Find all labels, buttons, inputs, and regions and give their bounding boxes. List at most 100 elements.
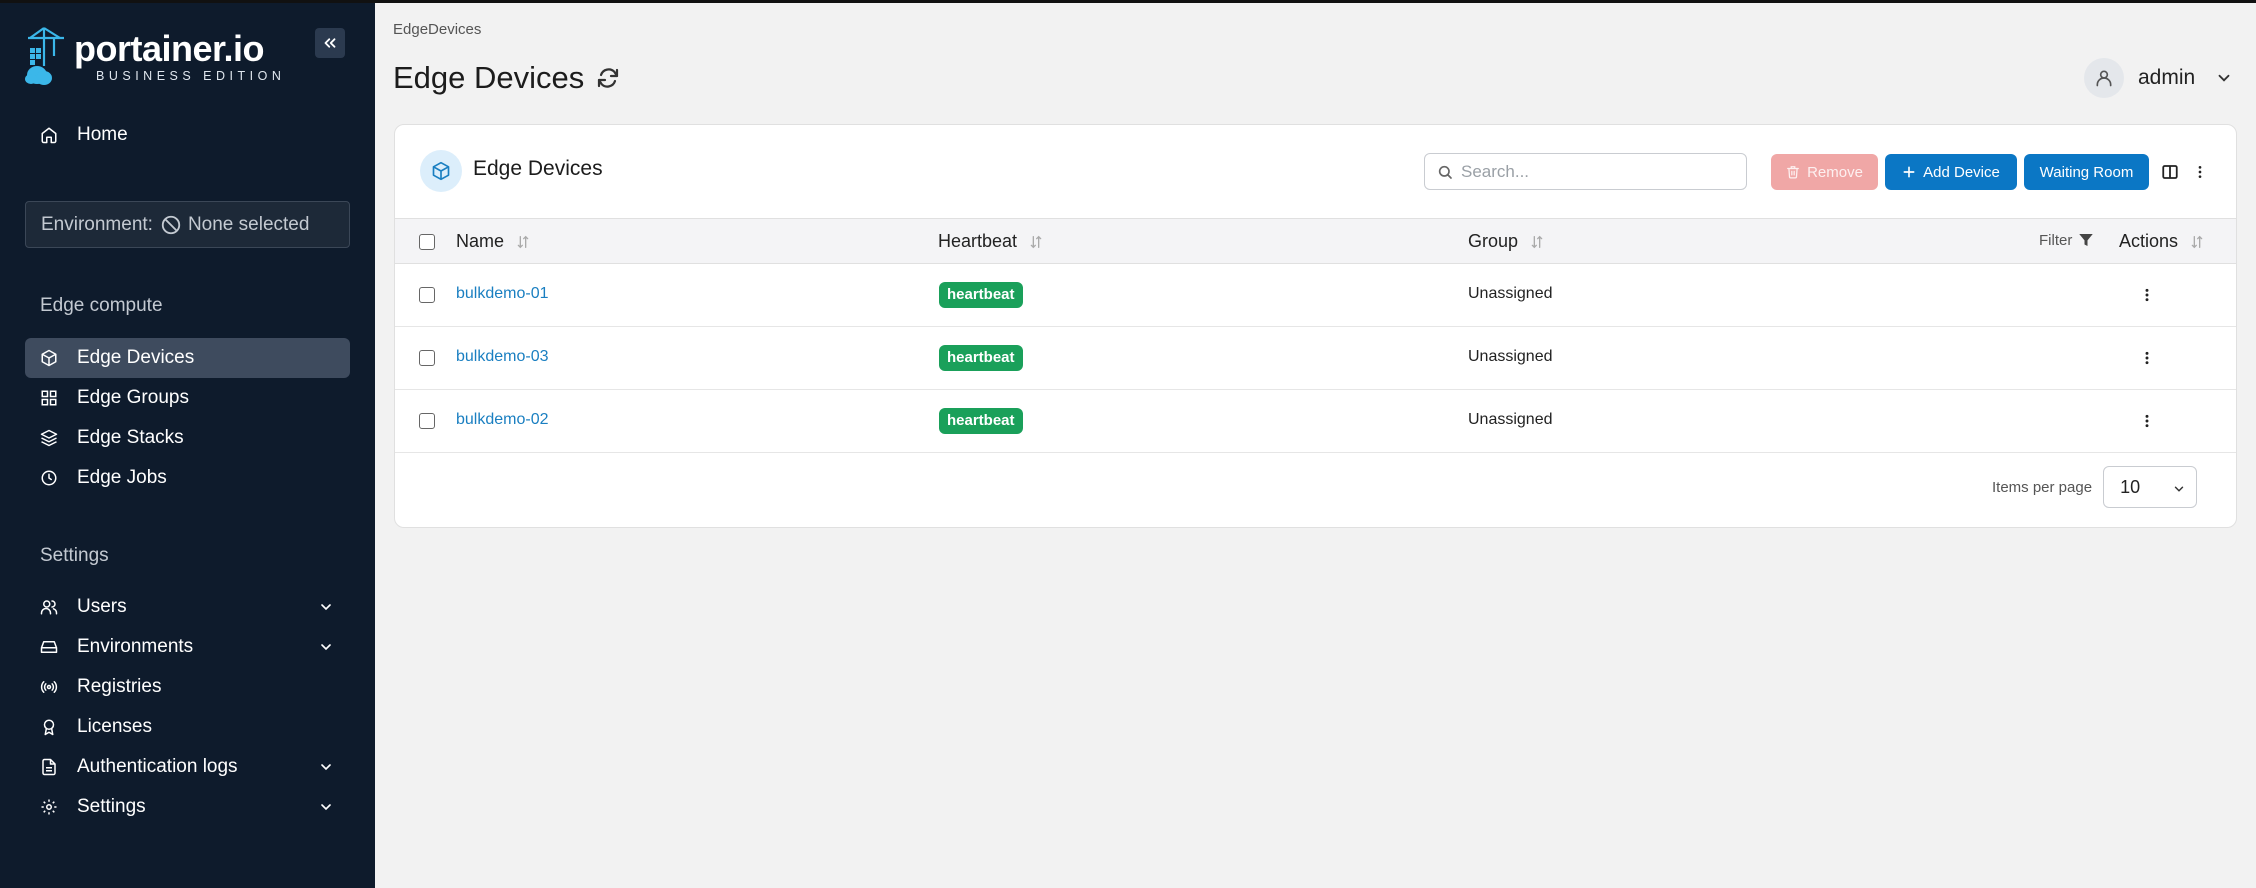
edge-devices-table: Name Heartbeat Group Filter Actions bulk… — [395, 218, 2236, 453]
chevron-down-icon[interactable] — [318, 759, 334, 781]
sidebar-item-edge-stacks[interactable]: Edge Stacks — [25, 418, 350, 458]
layers-icon — [39, 428, 59, 448]
sidebar-item-home[interactable]: Home — [25, 115, 350, 155]
filter-button[interactable]: Filter — [2039, 231, 2095, 249]
edge-compute-section-label: Edge compute — [40, 295, 163, 316]
more-vertical-icon[interactable] — [2139, 286, 2155, 304]
box-icon — [420, 150, 462, 192]
environment-selector[interactable]: Environment: None selected — [25, 201, 350, 248]
environment-label: Environment: — [41, 213, 153, 235]
ban-icon — [160, 214, 182, 236]
column-header-name[interactable]: Name — [456, 231, 532, 252]
plus-icon — [1902, 165, 1916, 179]
columns-icon[interactable] — [2161, 163, 2179, 181]
top-border — [0, 0, 2256, 3]
settings-section-label: Settings — [40, 545, 109, 566]
page-title-text: Edge Devices — [393, 60, 585, 95]
trash-icon — [1786, 165, 1800, 179]
grid-icon — [39, 388, 59, 408]
search-box[interactable] — [1424, 153, 1747, 190]
table-row: bulkdemo-03 heartbeat Unassigned — [395, 327, 2236, 390]
row-checkbox[interactable] — [419, 413, 435, 429]
column-label: Heartbeat — [938, 231, 1018, 251]
remove-button-label: Remove — [1807, 163, 1863, 181]
column-label: Group — [1468, 231, 1519, 251]
sidebar-item-label: Environments — [77, 636, 194, 657]
clock-icon — [39, 468, 59, 488]
waiting-room-button-label: Waiting Room — [2039, 163, 2134, 181]
items-per-page-value: 10 — [2120, 476, 2141, 497]
select-all-checkbox[interactable] — [419, 234, 435, 250]
sidebar-item-label: Users — [77, 596, 127, 617]
portainer-logo[interactable]: portainer.io BUSINESS EDITION — [24, 26, 285, 86]
filter-icon — [2077, 231, 2095, 249]
row-checkbox[interactable] — [419, 350, 435, 366]
device-name-link[interactable]: bulkdemo-01 — [456, 285, 549, 303]
chevron-down-icon[interactable] — [318, 799, 334, 821]
sidebar-item-edge-devices[interactable]: Edge Devices — [25, 338, 350, 378]
sidebar-item-environments[interactable]: Environments — [25, 627, 350, 667]
sidebar-item-users[interactable]: Users — [25, 587, 350, 627]
breadcrumb: EdgeDevices — [393, 21, 482, 38]
sidebar-item-label: Settings — [77, 796, 146, 817]
card-title: Edge Devices — [473, 157, 603, 180]
sidebar-item-edge-jobs[interactable]: Edge Jobs — [25, 458, 350, 498]
page-title: Edge Devices — [393, 60, 620, 96]
row-checkbox[interactable] — [419, 287, 435, 303]
chevrons-left-icon — [324, 38, 336, 48]
environment-value: None selected — [187, 213, 310, 235]
box-icon — [39, 348, 59, 368]
table-header: Name Heartbeat Group Filter Actions — [395, 218, 2236, 264]
device-group: Unassigned — [1468, 348, 1553, 365]
chevron-down-icon — [2172, 482, 2186, 496]
file-text-icon — [39, 757, 59, 777]
collapse-sidebar-button[interactable] — [315, 28, 345, 58]
sidebar-item-label: Authentication logs — [77, 756, 238, 777]
home-icon — [39, 125, 59, 145]
items-per-page-select[interactable]: 10 — [2103, 466, 2198, 508]
chevron-down-icon[interactable] — [318, 599, 334, 621]
sidebar: portainer.io BUSINESS EDITION Home Envir… — [0, 0, 375, 888]
sidebar-item-authentication-logs[interactable]: Authentication logs — [25, 747, 350, 787]
radio-icon — [39, 677, 59, 697]
more-vertical-icon[interactable] — [2192, 163, 2208, 181]
search-icon — [1438, 165, 1452, 179]
device-group: Unassigned — [1468, 411, 1553, 428]
waiting-room-button[interactable]: Waiting Room — [2024, 154, 2149, 190]
award-icon — [39, 717, 59, 737]
logo-edition: BUSINESS EDITION — [96, 68, 286, 83]
device-name-link[interactable]: bulkdemo-02 — [456, 411, 549, 429]
sidebar-item-registries[interactable]: Registries — [25, 667, 350, 707]
add-device-button[interactable]: Add Device — [1885, 154, 2017, 190]
column-header-group[interactable]: Group — [1468, 231, 1546, 252]
heartbeat-badge: heartbeat — [939, 408, 1023, 434]
sidebar-item-label: Home — [77, 124, 128, 145]
device-group: Unassigned — [1468, 285, 1553, 302]
gear-icon — [39, 797, 59, 817]
chevron-down-icon[interactable] — [2215, 69, 2233, 87]
sidebar-item-licenses[interactable]: Licenses — [25, 707, 350, 747]
more-vertical-icon[interactable] — [2139, 349, 2155, 367]
sidebar-item-label: Edge Devices — [77, 347, 195, 368]
column-header-actions[interactable]: Actions — [2119, 231, 2206, 252]
users-icon — [39, 597, 59, 617]
items-per-page-label: Items per page — [1992, 478, 2093, 496]
card-header: Edge Devices Remove Add Device Waiting R… — [395, 125, 2236, 219]
heartbeat-badge: heartbeat — [939, 345, 1023, 371]
sort-icon — [1027, 234, 1045, 250]
pagination: Items per page 10 — [1992, 466, 2198, 508]
sort-icon — [2188, 234, 2206, 250]
device-name-link[interactable]: bulkdemo-03 — [456, 348, 549, 366]
column-header-heartbeat[interactable]: Heartbeat — [938, 231, 1045, 252]
hard-drive-icon — [39, 637, 59, 657]
remove-button[interactable]: Remove — [1771, 154, 1878, 190]
filter-label: Filter — [2039, 231, 2073, 249]
refresh-icon[interactable] — [596, 66, 620, 90]
search-input[interactable] — [1461, 161, 1731, 182]
more-vertical-icon[interactable] — [2139, 412, 2155, 430]
chevron-down-icon[interactable] — [318, 639, 334, 661]
sidebar-item-settings[interactable]: Settings — [25, 787, 350, 827]
user-menu[interactable]: admin — [2084, 57, 2233, 99]
sidebar-item-edge-groups[interactable]: Edge Groups — [25, 378, 350, 418]
column-label: Actions — [2119, 231, 2179, 251]
